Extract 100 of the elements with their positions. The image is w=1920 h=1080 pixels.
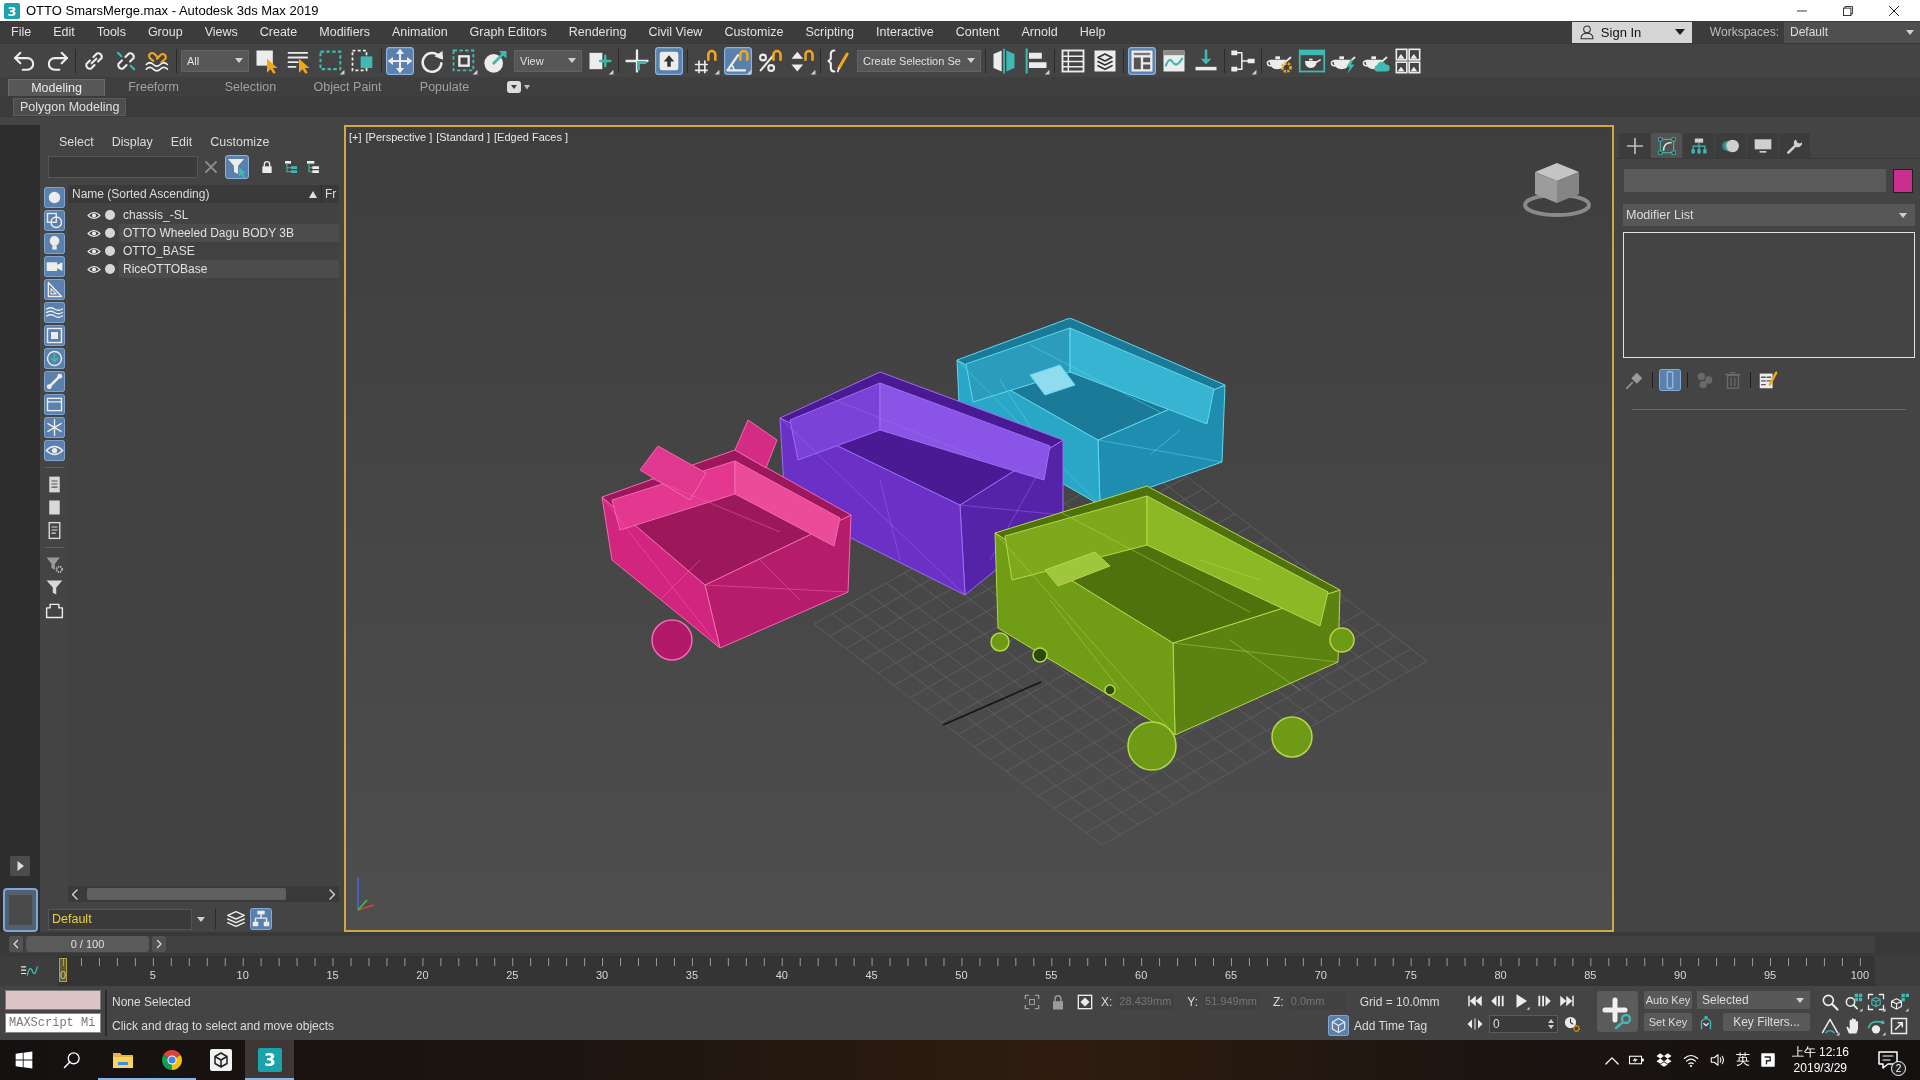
panel-tab[interactable] <box>1619 133 1650 158</box>
caret-icon[interactable] <box>197 916 205 922</box>
menu-item[interactable]: Interactive <box>865 25 945 39</box>
ribbon-tab[interactable]: Selection <box>202 79 299 96</box>
column-header[interactable]: Name (Sorted Ascending) <box>72 187 210 201</box>
menu-item[interactable]: Modifiers <box>308 25 381 39</box>
menu-item[interactable]: Content <box>944 25 1011 39</box>
menu-item[interactable]: Graph Editors <box>458 25 558 39</box>
modifier-list-dropdown[interactable]: Modifier List <box>1623 204 1915 226</box>
script-input-field[interactable]: MAXScript Mi <box>5 1013 101 1033</box>
toolbar-dropdown[interactable]: View <box>514 49 582 72</box>
time-slider-track[interactable]: 0 / 100 <box>9 935 1875 953</box>
search-icon[interactable] <box>62 1050 82 1070</box>
explorer-menu-item[interactable]: Customize <box>210 135 270 149</box>
script-output-field[interactable] <box>5 990 101 1010</box>
column-header[interactable]: Fr <box>322 187 339 201</box>
plus-key-icon[interactable] <box>1597 991 1638 1032</box>
lock-icon[interactable] <box>259 159 275 175</box>
viewport-label[interactable]: [Perspective ] <box>365 131 433 143</box>
dot-icon[interactable] <box>105 264 115 274</box>
object-name[interactable]: chassis_-SL <box>119 206 339 224</box>
grid-pencil-icon[interactable] <box>1757 369 1779 391</box>
triangle-fov-icon[interactable] <box>1820 1016 1840 1036</box>
menu-item[interactable]: Help <box>1068 25 1117 39</box>
menu-item[interactable]: Group <box>136 25 194 39</box>
menu-item[interactable]: Animation <box>381 25 459 39</box>
maximize-icon[interactable] <box>1889 1016 1909 1036</box>
input-method-indicator[interactable]: 英 <box>1735 1051 1750 1069</box>
key-mode-dropdown[interactable]: Selected <box>1697 991 1810 1009</box>
spinner-arrows-icon[interactable] <box>1548 1019 1554 1029</box>
shapes-icon[interactable] <box>44 210 65 231</box>
double-arrow-icon[interactable] <box>1466 1015 1484 1033</box>
speech-bubble-icon[interactable] <box>1876 1048 1900 1072</box>
menu-item[interactable]: File <box>0 25 43 39</box>
add-time-tag-button[interactable]: Add Time Tag <box>1328 1015 1428 1036</box>
close-icon[interactable] <box>1889 5 1899 16</box>
play-icon[interactable] <box>10 856 30 876</box>
viewport[interactable]: [+] [Perspective ] [Standard ] [Edged Faces ] <box>344 125 1614 932</box>
menu-item[interactable]: Scripting <box>794 25 866 39</box>
workspace-dropdown[interactable]: Default <box>1784 21 1920 43</box>
waves-icon[interactable] <box>44 302 65 323</box>
object-name[interactable]: RiceOTTOBase <box>119 260 339 278</box>
move-arrows-icon[interactable] <box>386 46 414 75</box>
frame-field[interactable]: 0 <box>1489 1015 1558 1033</box>
menu-item[interactable]: Civil View <box>637 25 714 39</box>
auto-key-button[interactable]: Auto Key <box>1644 991 1692 1009</box>
dot-icon[interactable] <box>105 246 115 256</box>
toolbar-dropdown[interactable]: Create Selection Se <box>857 49 981 72</box>
ribbon-tab[interactable]: Freeform <box>105 79 202 96</box>
menu-item[interactable]: Customize <box>713 25 795 39</box>
arrow-box-icon[interactable] <box>655 46 683 75</box>
current-frame-marker[interactable] <box>59 958 67 982</box>
layer-field[interactable]: Default <box>48 908 192 930</box>
container-box-icon[interactable] <box>44 394 65 415</box>
angle-magnet-icon[interactable] <box>724 46 752 75</box>
tree-icon[interactable] <box>305 159 321 175</box>
clear-icon[interactable] <box>204 160 218 174</box>
menu-item[interactable]: Arnold <box>1010 25 1069 39</box>
panel-tab[interactable] <box>1651 133 1682 158</box>
camera-icon[interactable] <box>44 256 65 277</box>
bone-icon[interactable] <box>44 371 65 392</box>
restore-icon[interactable] <box>1843 5 1853 16</box>
viewport-layout-icon[interactable] <box>2 888 38 932</box>
magnifier-icon[interactable] <box>1820 992 1840 1012</box>
object-name[interactable]: OTTO_BASE <box>119 242 339 260</box>
viewport-label[interactable]: [+] <box>349 131 362 143</box>
scrollbar-thumb[interactable] <box>87 888 287 900</box>
toggle-caret-icon[interactable] <box>507 79 531 94</box>
explorer-menu-item[interactable]: Select <box>59 135 94 149</box>
chevron-left-icon[interactable] <box>9 936 23 952</box>
download-circle-icon[interactable] <box>44 348 65 369</box>
ribbon-tab[interactable]: Modeling <box>8 79 105 96</box>
object-name[interactable]: OTTO Wheeled Dagu BODY 3B <box>119 224 339 242</box>
search-field[interactable] <box>48 156 198 178</box>
viewport-label[interactable]: [Standard ] <box>436 131 490 143</box>
funnel-cursor-icon[interactable] <box>225 155 249 179</box>
set-key-button[interactable]: Set Key <box>1644 1013 1692 1031</box>
sign-in-button[interactable]: Sign In <box>1571 21 1692 43</box>
time-slider-thumb[interactable]: 0 / 100 <box>26 936 149 952</box>
menu-item[interactable]: Edit <box>42 25 86 39</box>
toolbar-dropdown[interactable]: All <box>181 49 249 72</box>
dot-icon[interactable] <box>105 210 115 220</box>
panel-tab[interactable] <box>1779 133 1810 158</box>
panel-tab[interactable] <box>1747 133 1778 158</box>
viewport-label[interactable]: [Edged Faces ] <box>494 131 568 143</box>
stacked-layers-icon[interactable] <box>225 908 247 930</box>
clock-date[interactable]: 2019/3/29 <box>1793 1060 1847 1076</box>
menu-item[interactable]: Rendering <box>557 25 638 39</box>
panel-tab[interactable] <box>1715 133 1746 158</box>
set-square-icon[interactable] <box>44 279 65 300</box>
panel-grid-icon[interactable] <box>1127 46 1156 75</box>
diamonds-icon[interactable] <box>1654 1051 1673 1069</box>
crosshair-icon[interactable] <box>623 46 651 75</box>
dot-icon[interactable] <box>105 228 115 238</box>
menu-item[interactable]: Views <box>193 25 249 39</box>
square-glyph-icon[interactable] <box>1758 1051 1777 1069</box>
explorer-menu-item[interactable]: Edit <box>170 135 193 149</box>
speaker-icon[interactable] <box>1708 1051 1727 1069</box>
group-box-icon[interactable] <box>44 325 65 346</box>
four-panes-icon[interactable] <box>14 1050 34 1070</box>
